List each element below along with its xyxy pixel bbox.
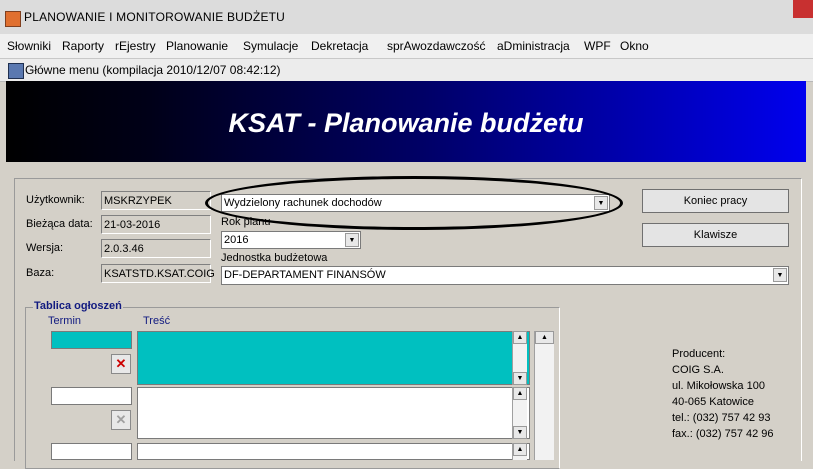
banner: KSAT - Planowanie budżetu	[6, 81, 806, 162]
producer-line: ul. Mikołowska 100	[672, 380, 765, 392]
producer-line: tel.: (032) 757 42 93	[672, 412, 771, 424]
menu-rejestry[interactable]: rEjestry	[115, 39, 156, 53]
account-select-value: Wydzielony rachunek dochodów	[224, 197, 382, 209]
content-field-3[interactable]	[137, 443, 530, 460]
content-scrollbar-1[interactable]: ▲ ▼	[512, 331, 527, 385]
column-content: Treść	[143, 315, 171, 327]
menu-okno[interactable]: Okno	[620, 39, 649, 53]
year-select[interactable]: 2016 ▼	[221, 231, 361, 249]
chevron-down-icon[interactable]: ▼	[345, 233, 359, 247]
unit-select[interactable]: DF-DEPARTAMENT FINANSÓW ▼	[221, 266, 789, 285]
chevron-down-icon[interactable]: ▼	[594, 196, 608, 210]
chevron-up-icon[interactable]: ▲	[513, 331, 527, 344]
producer-label: Producent:	[672, 348, 726, 360]
version-field: 2.0.3.46	[101, 239, 211, 258]
user-label: Użytkownik:	[26, 194, 85, 206]
unit-label: Jednostka budżetowa	[221, 252, 328, 264]
subwindow-title: Główne menu (kompilacja 2010/12/07 08:42…	[0, 59, 813, 82]
subwindow-title-text: Główne menu (kompilacja 2010/12/07 08:42…	[25, 63, 281, 77]
producer-info: Producent: COIG S.A. ul. Mikołowska 100 …	[672, 346, 774, 442]
producer-line: fax.: (032) 757 42 96	[672, 428, 774, 440]
producer-line: COIG S.A.	[672, 364, 724, 376]
menu-bar: Słowniki Raporty rEjestry Planowanie Sym…	[0, 34, 813, 59]
delete-x-icon: ✕	[111, 410, 131, 430]
account-select[interactable]: Wydzielony rachunek dochodów ▼	[221, 194, 610, 212]
producer-line: 40-065 Katowice	[672, 396, 754, 408]
menu-raporty[interactable]: Raporty	[62, 39, 104, 53]
chevron-up-icon[interactable]: ▲	[535, 331, 554, 344]
column-term: Termin	[48, 315, 82, 327]
form-icon	[8, 63, 24, 79]
menu-planowanie[interactable]: Planowanie	[166, 39, 228, 53]
term-field-3[interactable]	[51, 443, 132, 460]
db-label: Baza:	[26, 267, 55, 279]
user-field: MSKRZYPEK	[101, 191, 211, 210]
chevron-down-icon[interactable]: ▼	[773, 268, 787, 282]
window-title: PLANOWANIE I MONITOROWANIE BUDŻETU	[24, 10, 286, 24]
content-scrollbar-3[interactable]: ▲	[512, 443, 527, 460]
term-field-1[interactable]	[51, 331, 132, 349]
menu-wpf[interactable]: WPF	[584, 39, 611, 53]
db-field: KSATSTD.KSAT.COIG	[101, 264, 215, 283]
unit-select-value: DF-DEPARTAMENT FINANSÓW	[224, 269, 386, 281]
chevron-down-icon[interactable]: ▼	[513, 372, 527, 385]
menu-administracja[interactable]: aDministracja	[497, 39, 570, 53]
menu-symulacje[interactable]: Symulacje	[243, 39, 298, 53]
notice-board-title: Tablica ogłoszeń	[33, 300, 123, 312]
menu-dekretacja[interactable]: Dekretacja	[311, 39, 368, 53]
year-label: Rok planu	[221, 216, 271, 228]
menu-slowniki[interactable]: Słowniki	[7, 39, 51, 53]
version-label: Wersja:	[26, 242, 64, 254]
board-scrollbar[interactable]: ▲	[534, 331, 554, 460]
chevron-up-icon[interactable]: ▲	[513, 387, 527, 400]
exit-button[interactable]: Koniec pracy	[642, 189, 789, 213]
content-field-1[interactable]	[137, 331, 530, 385]
keys-button[interactable]: Klawisze	[642, 223, 789, 247]
chevron-down-icon[interactable]: ▼	[513, 426, 527, 439]
window-close-button[interactable]	[793, 0, 813, 18]
content-scrollbar-2[interactable]: ▲ ▼	[512, 387, 527, 439]
date-label: Bieżąca data:	[26, 218, 93, 230]
content-field-2[interactable]	[137, 387, 530, 439]
year-select-value: 2016	[224, 234, 249, 246]
menu-sprawozdawczosc[interactable]: sprAwozdawczość	[387, 39, 485, 53]
term-field-2[interactable]	[51, 387, 132, 405]
java-cup-icon	[5, 11, 21, 27]
chevron-up-icon[interactable]: ▲	[513, 443, 527, 456]
delete-x-icon[interactable]: ✕	[111, 354, 131, 374]
date-field: 21-03-2016	[101, 215, 211, 234]
banner-title: KSAT - Planowanie budżetu	[228, 108, 584, 138]
title-bar: PLANOWANIE I MONITOROWANIE BUDŻETU	[0, 0, 813, 35]
